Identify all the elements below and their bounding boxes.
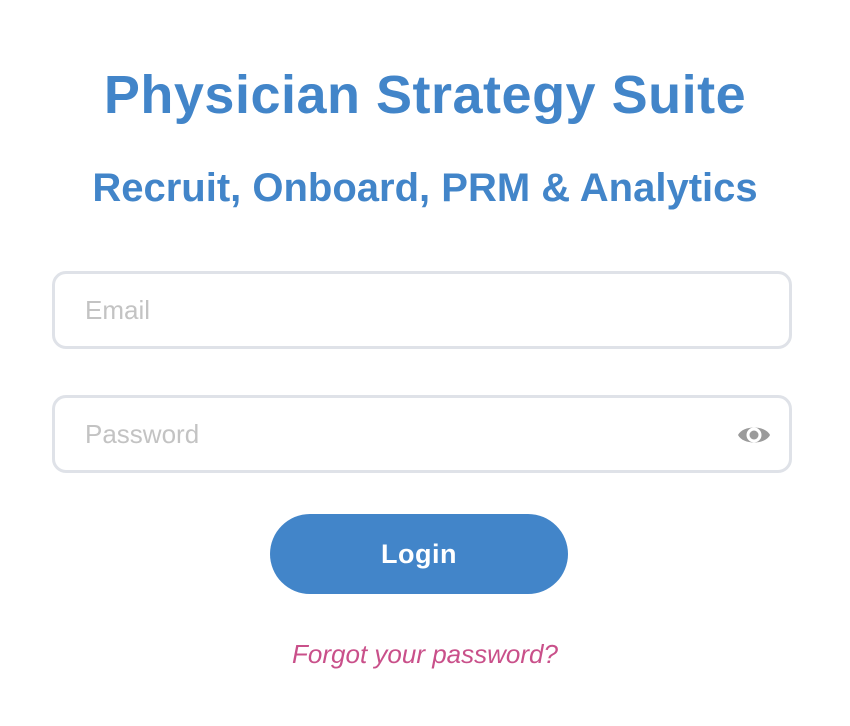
email-field-container [52,271,792,349]
forgot-password-link[interactable]: Forgot your password? [0,636,850,672]
eye-icon[interactable] [737,420,771,450]
eye-icon-svg [738,427,770,443]
password-field[interactable] [55,398,789,470]
login-button[interactable]: Login [270,514,568,594]
page-subtitle: Recruit, Onboard, PRM & Analytics [92,166,758,210]
page-title: Physician Strategy Suite [103,65,747,125]
login-page: Physician Strategy Suite Recruit, Onboar… [0,0,850,726]
email-field[interactable] [55,274,789,346]
password-field-container [52,395,792,473]
